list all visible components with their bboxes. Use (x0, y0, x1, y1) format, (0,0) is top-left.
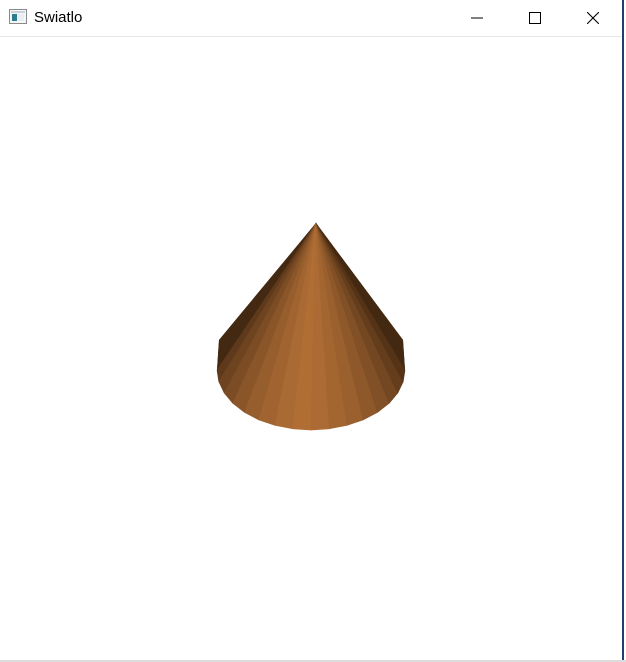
close-icon (587, 12, 599, 24)
render-viewport[interactable] (0, 37, 622, 660)
app-window: Swiatlo (0, 0, 626, 662)
window-border-right (622, 0, 624, 662)
title-bar[interactable]: Swiatlo (0, 0, 622, 37)
minimize-icon (471, 12, 483, 24)
minimize-button[interactable] (448, 0, 506, 36)
window-app-icon (9, 9, 27, 24)
maximize-button[interactable] (506, 0, 564, 36)
lit-cone (216, 222, 406, 431)
maximize-icon (529, 12, 541, 24)
window-title: Swiatlo (34, 9, 83, 26)
close-button[interactable] (564, 0, 622, 36)
